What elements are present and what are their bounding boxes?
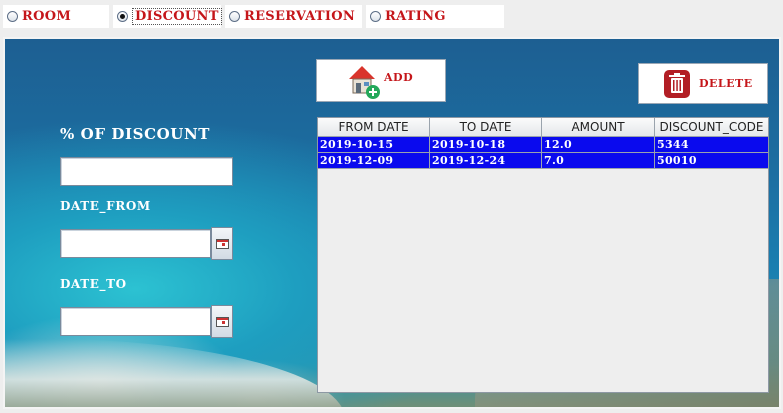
tab-rating[interactable]: RATING [366, 5, 504, 28]
date-to-input[interactable] [61, 308, 210, 335]
add-button-label: ADD [384, 71, 414, 84]
date-to-label: DATE_TO [60, 277, 127, 291]
discount-radio[interactable] [117, 11, 128, 22]
cell-to-date: 2019-12-24 [430, 153, 542, 169]
discount-table[interactable]: FROM DATE TO DATE AMOUNT DISCOUNT_CODE 2… [317, 117, 769, 393]
date-to-field[interactable] [60, 307, 211, 336]
discount-percent-label: % OF DISCOUNT [60, 125, 211, 143]
column-header-discount-code[interactable]: DISCOUNT_CODE [655, 118, 768, 137]
tab-discount[interactable]: DISCOUNT [113, 5, 222, 28]
delete-button[interactable]: DELETE [638, 63, 768, 104]
tab-discount-label: DISCOUNT [132, 8, 222, 25]
cell-from-date: 2019-12-09 [318, 153, 430, 169]
add-button[interactable]: ADD [316, 59, 446, 102]
table-row[interactable]: 2019-12-09 2019-12-24 7.0 50010 [318, 153, 768, 169]
table-header: FROM DATE TO DATE AMOUNT DISCOUNT_CODE [318, 118, 768, 137]
house-add-icon [349, 65, 380, 99]
reservation-radio[interactable] [229, 11, 240, 22]
table-row[interactable]: 2019-10-15 2019-10-18 12.0 5344 [318, 137, 768, 153]
cell-amount: 12.0 [542, 137, 655, 153]
room-radio[interactable] [7, 11, 18, 22]
column-header-amount[interactable]: AMOUNT [542, 118, 655, 137]
tab-room-label: ROOM [22, 9, 72, 24]
date-to-calendar-button[interactable] [211, 305, 233, 338]
column-header-to-date[interactable]: TO DATE [430, 118, 542, 137]
trash-icon [664, 69, 690, 98]
tab-room[interactable]: ROOM [3, 5, 109, 28]
date-from-calendar-button[interactable] [211, 227, 233, 260]
tab-reservation-label: RESERVATION [244, 9, 356, 24]
calendar-icon [215, 316, 229, 327]
column-header-from-date[interactable]: FROM DATE [318, 118, 430, 137]
delete-button-label: DELETE [699, 77, 753, 90]
discount-percent-field[interactable] [60, 157, 233, 186]
discount-panel: % OF DISCOUNT DATE_FROM DATE_TO ADD DELE… [3, 37, 781, 409]
date-from-label: DATE_FROM [60, 199, 151, 213]
discount-percent-input[interactable] [61, 158, 232, 185]
cell-discount-code: 50010 [655, 153, 768, 169]
cell-from-date: 2019-10-15 [318, 137, 430, 153]
rating-radio[interactable] [370, 11, 381, 22]
background-beach [5, 339, 345, 407]
date-from-input[interactable] [61, 230, 210, 257]
calendar-icon [215, 238, 229, 249]
cell-discount-code: 5344 [655, 137, 768, 153]
cell-amount: 7.0 [542, 153, 655, 169]
tab-rating-label: RATING [385, 9, 446, 24]
cell-to-date: 2019-10-18 [430, 137, 542, 153]
date-from-field[interactable] [60, 229, 211, 258]
tab-reservation[interactable]: RESERVATION [225, 5, 362, 28]
